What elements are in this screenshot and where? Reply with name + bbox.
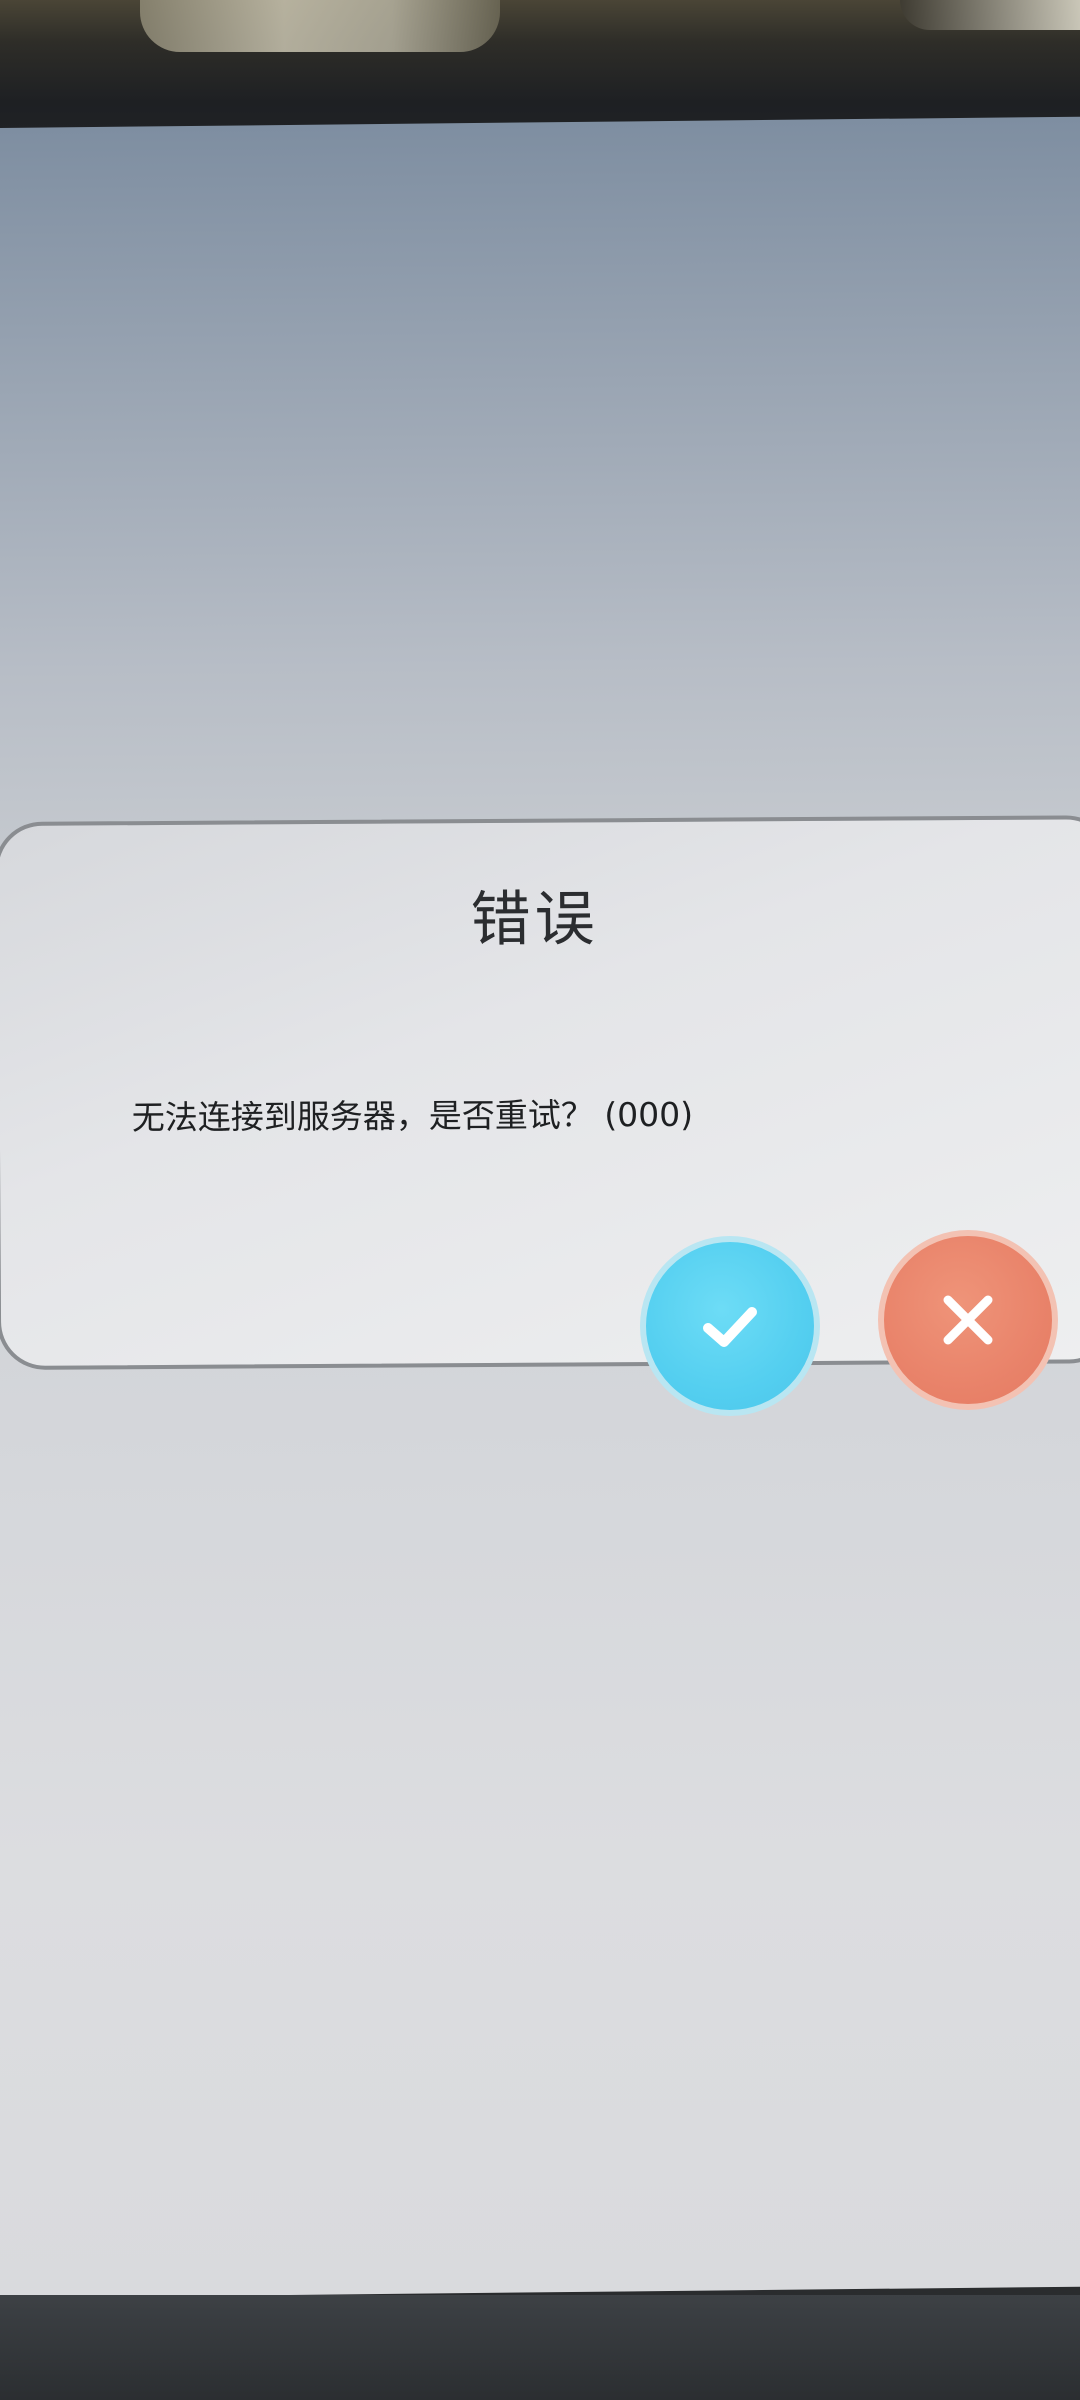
cancel-button[interactable] [878, 1230, 1058, 1410]
screen-glare [900, 0, 1080, 30]
dialog-title: 错误 [470, 884, 599, 956]
retry-confirm-button[interactable] [640, 1236, 820, 1416]
check-icon [703, 1307, 757, 1347]
device-bezel-bottom [0, 2295, 1080, 2400]
screen-glare [140, 0, 500, 52]
dialog-message: 无法连接到服务器，是否重试？ (000) [131, 1094, 694, 1138]
close-icon [943, 1295, 993, 1345]
